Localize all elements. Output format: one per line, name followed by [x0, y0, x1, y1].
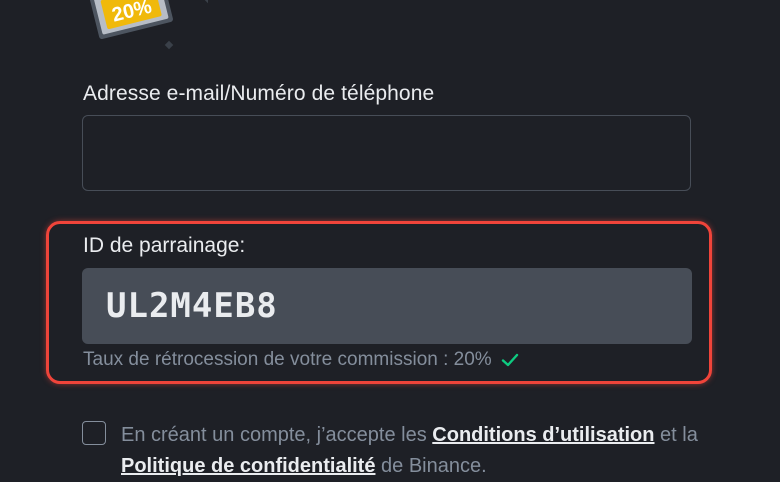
commission-rate-text: Taux de rétrocession de votre commission…: [83, 349, 492, 370]
discount-badge-icon: 20%: [78, 0, 208, 52]
privacy-policy-link[interactable]: Politique de confidentialité: [121, 455, 375, 477]
email-input[interactable]: [82, 115, 691, 191]
referral-id-value: UL2M4EB8: [106, 286, 278, 326]
terms-suffix: de Binance.: [375, 455, 487, 477]
referral-label: ID de parrainage:: [83, 234, 246, 257]
commission-rate: Taux de rétrocession de votre commission…: [83, 349, 520, 371]
email-label: Adresse e-mail/Numéro de téléphone: [83, 82, 435, 105]
terms-checkbox[interactable]: [82, 421, 106, 445]
terms-conditions-link[interactable]: Conditions d’utilisation: [432, 424, 654, 446]
referral-id-field[interactable]: UL2M4EB8: [82, 268, 692, 344]
terms-text: En créant un compte, j’accepte les Condi…: [121, 420, 711, 482]
terms-prefix: En créant un compte, j’accepte les: [121, 424, 433, 446]
check-icon: [500, 350, 520, 370]
terms-middle: et la: [654, 424, 698, 446]
